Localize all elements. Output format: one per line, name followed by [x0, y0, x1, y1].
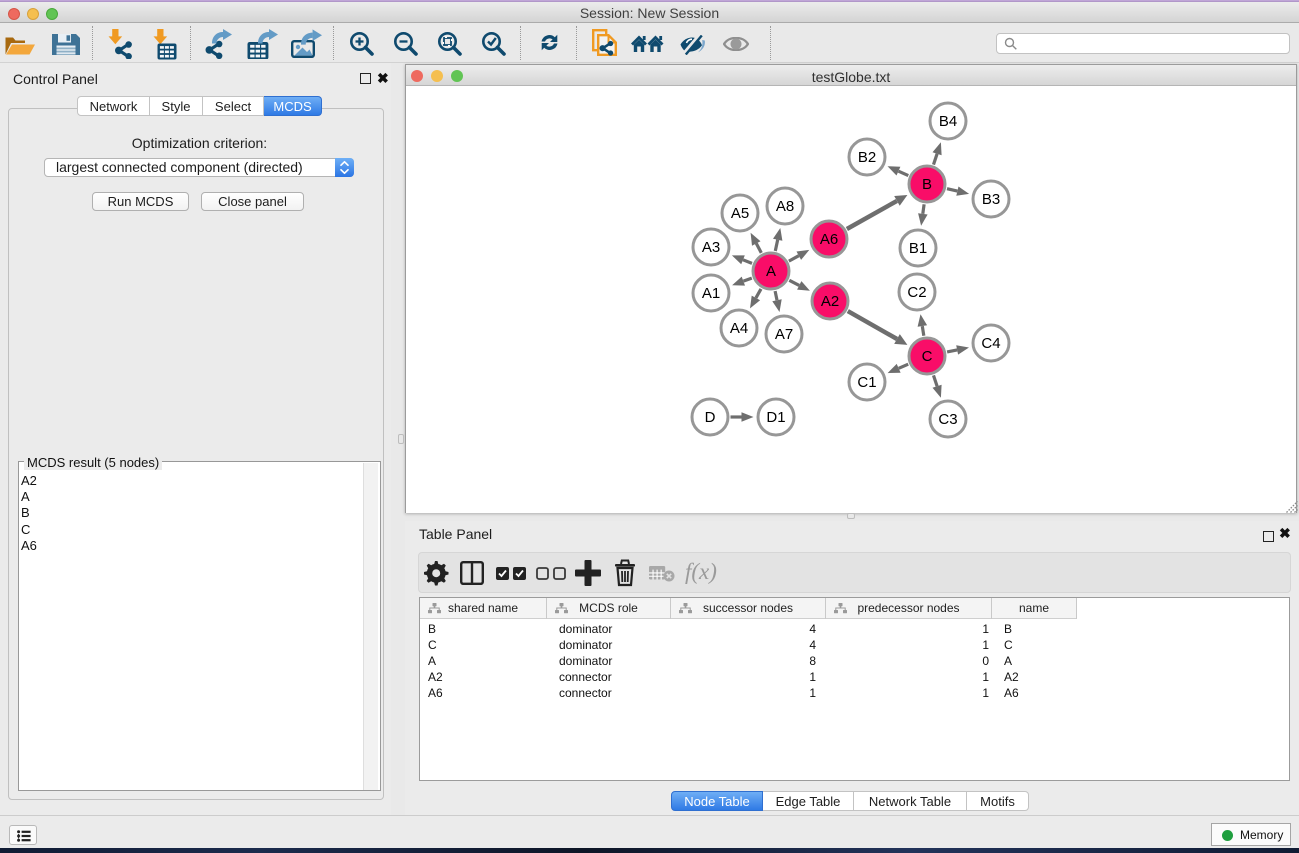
svg-text:A6: A6 [820, 231, 838, 248]
svg-text:C: C [922, 348, 933, 365]
svg-text:f(x): f(x) [685, 559, 717, 584]
svg-text:B: B [922, 176, 932, 193]
svg-text:C1: C1 [857, 374, 876, 391]
svg-text:A1: A1 [702, 285, 720, 302]
svg-text:B2: B2 [858, 149, 876, 166]
svg-text:D1: D1 [766, 409, 785, 426]
svg-text:A: A [766, 263, 776, 280]
svg-text:A5: A5 [731, 205, 749, 222]
svg-text:A4: A4 [730, 320, 748, 337]
svg-text:B3: B3 [982, 191, 1000, 208]
svg-text:B4: B4 [939, 113, 957, 130]
svg-text:A2: A2 [821, 293, 839, 310]
svg-text:A3: A3 [702, 239, 720, 256]
svg-text:A8: A8 [776, 198, 794, 215]
svg-text:B1: B1 [909, 240, 927, 257]
svg-text:C4: C4 [981, 335, 1000, 352]
svg-text:C2: C2 [907, 284, 926, 301]
svg-text:C3: C3 [938, 411, 957, 428]
svg-text:A7: A7 [775, 326, 793, 343]
svg-text:D: D [705, 409, 716, 426]
